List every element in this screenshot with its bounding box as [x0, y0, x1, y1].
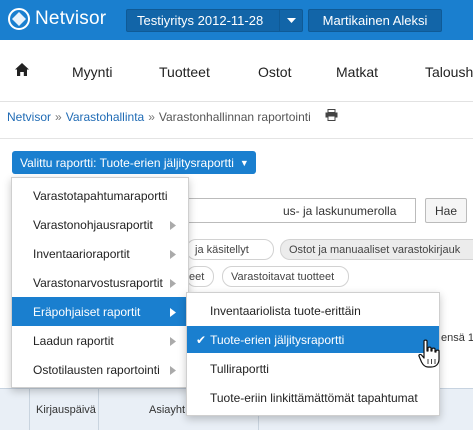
submenu-item-inventaariolista[interactable]: Inventaariolista tuote-erittäin: [187, 297, 439, 324]
company-name: Testiyritys 2012-11-28: [137, 13, 264, 28]
menu-item-label: Laadun raportit: [33, 333, 114, 348]
report-selector-button[interactable]: Valittu raportti: Tuote-erien jäljitysra…: [12, 151, 256, 174]
submenu-item-jaljitysraportti[interactable]: ✔ Tuote-erien jäljitysraportti: [187, 326, 439, 353]
menu-item-label: Varastonarvostusraportit: [33, 275, 163, 290]
chevron-right-icon: [170, 277, 176, 291]
chevron-right-icon: [170, 306, 176, 320]
search-input[interactable]: us- ja laskunumerolla: [186, 198, 416, 223]
menu-item-inventaarioraportit[interactable]: Inventaarioraportit: [12, 239, 188, 268]
menu-item-label: Ostotilausten raportointi: [33, 362, 160, 377]
filter-chip-kasitellyt[interactable]: ja käsitellyt: [186, 239, 274, 260]
search-button[interactable]: Hae: [425, 198, 467, 223]
chevron-right-icon: [170, 219, 176, 233]
chevron-down-icon[interactable]: [279, 10, 302, 31]
menu-item-ostotilausten-raportointi[interactable]: Ostotilausten raportointi: [12, 355, 188, 384]
chevron-right-icon: [170, 248, 176, 262]
main-navigation: Myynti Tuotteet Ostot Matkat Taloush: [0, 40, 473, 102]
submenu-item-linkittamattomat[interactable]: Tuote-eriin linkittämättömät tapahtumat: [187, 384, 439, 411]
menu-item-varastotapahtumaraportti[interactable]: Varastotapahtumaraportti: [12, 181, 188, 210]
print-icon[interactable]: [325, 109, 338, 124]
user-menu-button[interactable]: Martikainen Aleksi: [308, 9, 442, 32]
breadcrumb-current: Varastonhallinnan raportointi: [158, 109, 311, 124]
company-selector[interactable]: Testiyritys 2012-11-28: [126, 9, 303, 32]
menu-item-label: Varastonohjausraportit: [33, 217, 153, 232]
background-text-fragment: ensä 1: [441, 332, 473, 344]
breadcrumb-varastohallinta[interactable]: Varastohallinta: [66, 110, 145, 124]
home-icon[interactable]: [14, 62, 30, 80]
submenu-item-tulliraportti[interactable]: Tulliraportti: [187, 355, 439, 382]
column-kirjauspaiva[interactable]: Kirjauspäivä: [30, 389, 99, 430]
report-selector-label: Valittu raportti: Tuote-erien jäljitysra…: [20, 155, 234, 170]
checkmark-icon: ✔: [196, 332, 207, 347]
top-bar: Netvisor Testiyritys 2012-11-28 Martikai…: [0, 0, 473, 40]
menu-item-varastonarvostusraportit[interactable]: Varastonarvostusraportit: [12, 268, 188, 297]
breadcrumb-netvisor[interactable]: Netvisor: [7, 110, 51, 124]
table-select-column: [0, 389, 30, 430]
submenu-item-label: Tuote-eriin linkittämättömät tapahtumat: [210, 390, 418, 405]
filter-chip-ostot[interactable]: Ostot ja manuaaliset varastokirjauk: [280, 239, 473, 260]
submenu-item-label: Tuote-erien jäljitysraportti: [210, 332, 345, 347]
menu-item-label: Eräpohjaiset raportit: [33, 304, 141, 319]
nav-item-taloushallinto[interactable]: Taloush: [425, 64, 473, 80]
menu-item-label: Inventaarioraportit: [33, 246, 130, 261]
menu-item-erapohjaiset-raportit[interactable]: Eräpohjaiset raportit: [12, 297, 188, 326]
brand-name: Netvisor: [35, 8, 107, 29]
chevron-right-icon: [170, 335, 176, 349]
filter-chip-varastoitavat[interactable]: Varastoitavat tuotteet: [222, 266, 349, 287]
hand-cursor-icon: [418, 339, 440, 372]
nav-item-myynti[interactable]: Myynti: [72, 64, 112, 80]
netvisor-logo-icon: [8, 8, 30, 30]
breadcrumb-separator: »: [55, 109, 62, 124]
menu-item-varastonohjausraportit[interactable]: Varastonohjausraportit: [12, 210, 188, 239]
chevron-right-icon: [170, 364, 176, 378]
menu-item-laadun-raportit[interactable]: Laadun raportit: [12, 326, 188, 355]
breadcrumb: Netvisor » Varastohallinta » Varastonhal…: [7, 109, 338, 124]
header-divider: [0, 138, 473, 139]
breadcrumb-separator: »: [148, 109, 155, 124]
nav-item-ostot[interactable]: Ostot: [258, 64, 291, 80]
erapohjaiset-submenu: Inventaariolista tuote-erittäin ✔ Tuote-…: [186, 292, 440, 416]
nav-item-tuotteet[interactable]: Tuotteet: [159, 64, 210, 80]
netvisor-logo[interactable]: Netvisor: [8, 8, 106, 30]
submenu-item-label: Tulliraportti: [210, 361, 269, 376]
filter-chip-tuotteet[interactable]: eet: [186, 266, 214, 287]
report-dropdown-menu: Varastotapahtumaraportti Varastonohjausr…: [11, 177, 189, 388]
menu-item-label: Varastotapahtumaraportti: [33, 188, 168, 203]
caret-down-icon: ▼: [239, 157, 249, 168]
nav-item-matkat[interactable]: Matkat: [336, 64, 378, 80]
submenu-item-label: Inventaariolista tuote-erittäin: [210, 303, 361, 318]
